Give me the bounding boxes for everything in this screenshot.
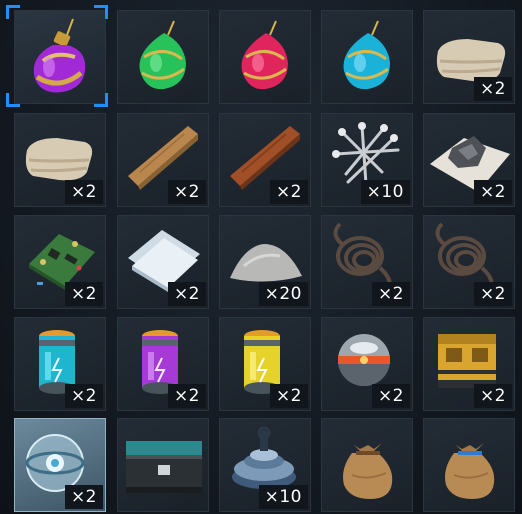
inventory-grid: ×2 ×2 ×2 ×2 ×10 ×2 ×2 ×2 ×20 ×2 ×2 ×2 ×2… <box>0 0 522 514</box>
quantity-label: ×2 <box>64 180 103 204</box>
quantity-label: ×2 <box>64 384 103 408</box>
inventory-slot[interactable]: ×20 <box>219 215 311 309</box>
quantity-label: ×10 <box>360 180 410 204</box>
inventory-slot[interactable]: ×2 <box>117 317 209 411</box>
inventory-slot[interactable]: ×2 <box>423 317 515 411</box>
inventory-slot[interactable]: ×10 <box>321 113 413 207</box>
inventory-slot[interactable] <box>321 10 413 104</box>
quantity-label: ×2 <box>269 384 308 408</box>
inventory-slot[interactable]: ×2 <box>423 215 515 309</box>
green-potion-icon <box>139 20 186 90</box>
quantity-label: ×2 <box>371 282 410 306</box>
inventory-slot[interactable] <box>14 10 106 104</box>
inventory-slot[interactable] <box>117 10 209 104</box>
inventory-slot[interactable]: ×10 <box>219 418 311 512</box>
blue-potion-icon <box>343 20 390 90</box>
inventory-slot[interactable]: ×2 <box>423 113 515 207</box>
inventory-slot[interactable]: ×2 <box>219 317 311 411</box>
quantity-label: ×20 <box>258 282 308 306</box>
red-potion-icon <box>241 20 288 90</box>
quantity-label: ×2 <box>167 282 206 306</box>
inventory-slot[interactable]: ×2 <box>321 317 413 411</box>
loot-sack-icon <box>343 443 393 499</box>
purple-potion-icon <box>33 18 86 93</box>
quantity-label: ×2 <box>167 384 206 408</box>
loot-sack-blue-icon <box>445 443 495 499</box>
inventory-slot[interactable]: ×2 <box>14 317 106 411</box>
quantity-label: ×2 <box>64 485 103 509</box>
quantity-label: ×2 <box>473 282 512 306</box>
quantity-label: ×2 <box>473 180 512 204</box>
quantity-label: ×10 <box>258 485 308 509</box>
quantity-label: ×2 <box>269 180 308 204</box>
inventory-slot[interactable]: ×2 <box>117 215 209 309</box>
inventory-slot[interactable] <box>117 418 209 512</box>
inventory-slot[interactable] <box>321 418 413 512</box>
inventory-slot[interactable]: ×2 <box>321 215 413 309</box>
inventory-slot[interactable]: ×2 <box>117 113 209 207</box>
inventory-slot-highlighted[interactable]: ×2 <box>14 418 106 512</box>
inventory-slot[interactable]: ×2 <box>14 113 106 207</box>
quantity-label: ×2 <box>167 180 206 204</box>
inventory-slot[interactable]: ×2 <box>14 215 106 309</box>
inventory-slot[interactable] <box>423 418 515 512</box>
quantity-label: ×2 <box>473 384 512 408</box>
quantity-label: ×2 <box>473 77 512 101</box>
quantity-label: ×2 <box>371 384 410 408</box>
inventory-slot[interactable]: ×2 <box>219 113 311 207</box>
dark-chest-icon <box>126 441 202 493</box>
quantity-label: ×2 <box>64 282 103 306</box>
inventory-slot[interactable]: ×2 <box>423 10 515 104</box>
inventory-slot[interactable] <box>219 10 311 104</box>
